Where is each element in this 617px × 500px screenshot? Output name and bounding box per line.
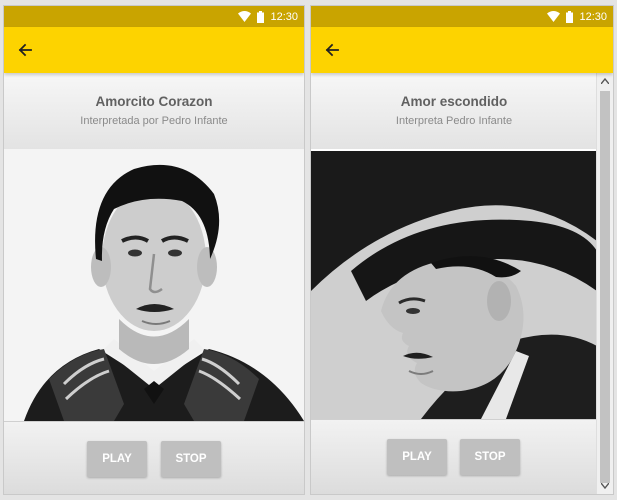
song-subtitle: Interpreta Pedro Infante [395, 115, 513, 127]
wifi-icon [547, 11, 561, 22]
wifi-icon [238, 11, 252, 22]
song-title: Amor escondido [400, 94, 508, 109]
song-subtitle: Interpretada por Pedro Infante [80, 115, 228, 127]
scroll-down-icon[interactable] [597, 478, 613, 494]
scrollbar-thumb[interactable] [600, 91, 610, 483]
play-button[interactable]: PLAY [387, 439, 447, 475]
artist-photo [4, 149, 304, 421]
back-button[interactable] [321, 39, 343, 61]
song-header: Amor escondido Interpreta Pedro Infante [311, 73, 597, 149]
song-title: Amorcito Corazon [95, 94, 213, 109]
status-bar: 12:30 [311, 6, 613, 27]
status-bar: 12:30 [4, 6, 304, 27]
play-button[interactable]: PLAY [87, 441, 147, 477]
arrow-left-icon [18, 43, 32, 57]
battery-icon [257, 10, 265, 23]
battery-icon [566, 10, 574, 23]
player-controls: PLAY STOP [311, 419, 597, 494]
right-phone-screen: 12:30 Amor escondido Interpreta Pedro In… [311, 6, 613, 494]
status-time: 12:30 [270, 10, 298, 23]
song-header: Amorcito Corazon Interpretada por Pedro … [4, 73, 304, 149]
player-controls: PLAY STOP [4, 421, 304, 494]
stop-button[interactable]: STOP [460, 439, 520, 475]
left-phone-screen: 12:30 Amorcito Corazon Interpretada por … [4, 6, 304, 494]
status-time: 12:30 [579, 10, 607, 23]
back-button[interactable] [14, 39, 36, 61]
artist-photo [311, 151, 597, 419]
app-bar [311, 27, 613, 73]
vertical-scrollbar[interactable] [596, 73, 613, 494]
arrow-left-icon [325, 43, 339, 57]
scroll-up-icon[interactable] [597, 73, 613, 89]
app-bar [4, 27, 304, 73]
stop-button[interactable]: STOP [161, 441, 221, 477]
